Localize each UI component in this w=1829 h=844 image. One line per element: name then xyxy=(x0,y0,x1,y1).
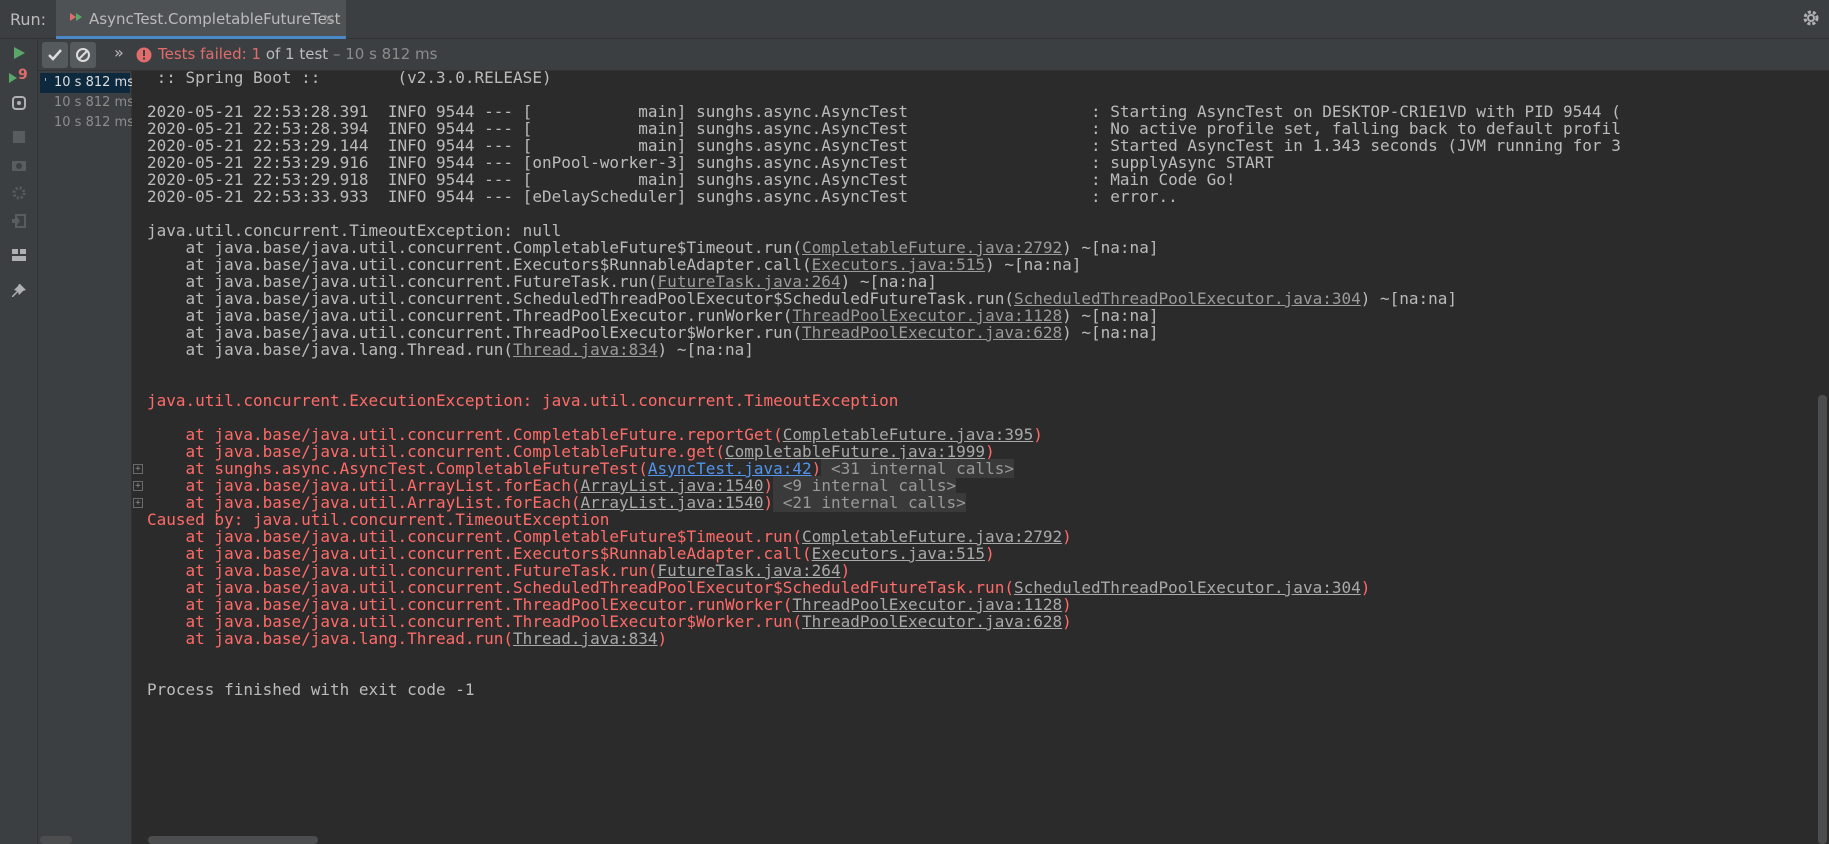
frame-suffix: ) xyxy=(1033,425,1043,444)
frame-suffix: ) xyxy=(657,629,668,648)
settings-button[interactable] xyxy=(7,181,31,205)
tree-item-time: 10 s 812 ms xyxy=(54,75,134,90)
test-status-summary: Tests failed: 1 of 1 test – 10 s 812 ms xyxy=(158,45,437,63)
process-exit-line: Process finished with exit code -1 xyxy=(147,680,475,699)
run-label: Run: xyxy=(10,10,47,29)
frame-suffix: ) xyxy=(763,493,774,512)
close-icon[interactable]: × xyxy=(322,9,335,28)
stack-frame: at java.base/java.lang.Thread.run(Thread… xyxy=(147,340,754,360)
expand-indicator: ' xyxy=(44,76,48,89)
source-link[interactable]: Thread.java:834 xyxy=(513,340,658,359)
frame-suffix: ) ~[na:na] xyxy=(1062,323,1159,342)
tree-item-time: 10 s 812 ms xyxy=(54,115,134,130)
dump-threads-button[interactable] xyxy=(7,153,31,177)
checkmark-icon xyxy=(48,49,62,61)
stop-button[interactable] xyxy=(7,125,31,149)
error-stack-frame: at java.base/java.lang.Thread.run(Thread… xyxy=(147,629,668,649)
vertical-scrollbar[interactable] xyxy=(1818,395,1827,844)
frame-suffix: ) xyxy=(1062,527,1072,546)
tests-failed-text: Tests failed: 1 xyxy=(158,45,262,63)
expand-fold-icon[interactable]: + xyxy=(133,498,143,508)
show-passed-toggle[interactable] xyxy=(42,42,68,68)
toggle-autotest-button[interactable] xyxy=(7,91,31,115)
tab-title: AsyncTest.CompletableFutureTest xyxy=(89,10,341,28)
tab-asynctest[interactable]: AsyncTest.CompletableFutureTest × xyxy=(56,0,346,39)
console-line: :: Spring Boot :: (v2.3.0.RELEASE) xyxy=(147,71,552,87)
autotest-icon xyxy=(12,96,26,110)
console-output[interactable]: :: Spring Boot :: (v2.3.0.RELEASE) 2020-… xyxy=(132,71,1829,844)
frame-text: at java.base/java.lang.Thread.run( xyxy=(147,629,514,648)
run-side-toolbar: 9 xyxy=(0,39,38,844)
internal-calls-fold[interactable]: <21 internal calls> xyxy=(773,493,966,512)
play-icon xyxy=(14,47,25,59)
tests-count-text: of 1 test xyxy=(261,45,329,63)
horizontal-scrollbar[interactable] xyxy=(148,836,318,844)
gear-icon[interactable] xyxy=(1801,8,1821,28)
test-tree: ' 10 s 812 ms 10 s 812 ms 10 s 812 ms xyxy=(38,71,134,844)
console-line: 2020-05-21 22:53:33.933 INFO 9544 --- [e… xyxy=(147,187,1178,206)
frame-suffix: ) ~[na:na] xyxy=(985,255,1082,274)
frame-suffix: ) xyxy=(1360,578,1371,597)
test-results-toolbar: » Tests failed: 1 of 1 test – 10 s 812 m… xyxy=(38,39,1829,71)
tree-item-time: 10 s 812 ms xyxy=(54,95,134,110)
layout-button[interactable] xyxy=(7,243,31,267)
rerun-button[interactable] xyxy=(7,41,31,65)
frame-suffix: ) ~[na:na] xyxy=(657,340,754,359)
test-run-icon xyxy=(70,13,82,21)
rerun-count-badge: 9 xyxy=(18,67,28,83)
frame-suffix: ) ~[na:na] xyxy=(1360,289,1458,308)
expand-fold-icon[interactable]: + xyxy=(133,464,143,474)
ignored-icon xyxy=(76,48,90,62)
layout-icon xyxy=(12,249,26,261)
tests-duration-text: – 10 s 812 ms xyxy=(328,45,438,63)
error-icon xyxy=(136,47,152,63)
show-ignored-toggle[interactable] xyxy=(70,42,96,68)
source-link[interactable]: ThreadPoolExecutor.java:628 xyxy=(802,612,1062,631)
more-actions-chevron[interactable]: » xyxy=(114,43,124,62)
camera-icon xyxy=(12,161,26,171)
rerun-failed-button[interactable]: 9 xyxy=(7,66,31,90)
login-icon xyxy=(12,214,26,228)
source-link[interactable]: Thread.java:834 xyxy=(513,629,658,648)
error-exception-line: java.util.concurrent.ExecutionException:… xyxy=(147,391,899,410)
expand-fold-icon[interactable]: + xyxy=(133,481,143,491)
pin-icon xyxy=(12,284,26,297)
source-link[interactable]: ThreadPoolExecutor.java:628 xyxy=(802,323,1062,342)
tree-horizontal-scrollbar[interactable] xyxy=(40,836,72,844)
frame-suffix: ) xyxy=(985,544,995,563)
pin-button[interactable] xyxy=(7,279,31,303)
tree-item-root[interactable]: ' 10 s 812 ms xyxy=(40,73,134,93)
tree-item-method[interactable]: 10 s 812 ms xyxy=(40,113,134,133)
restore-layout-button[interactable] xyxy=(7,209,31,233)
frame-suffix: ) xyxy=(1062,612,1072,631)
cog-icon xyxy=(12,186,26,200)
frame-text: at java.base/java.lang.Thread.run( xyxy=(147,340,514,359)
tool-window-header: Run: AsyncTest.CompletableFutureTest × xyxy=(0,0,1829,39)
tree-item-class[interactable]: 10 s 812 ms xyxy=(40,93,134,113)
stop-icon xyxy=(13,131,25,143)
